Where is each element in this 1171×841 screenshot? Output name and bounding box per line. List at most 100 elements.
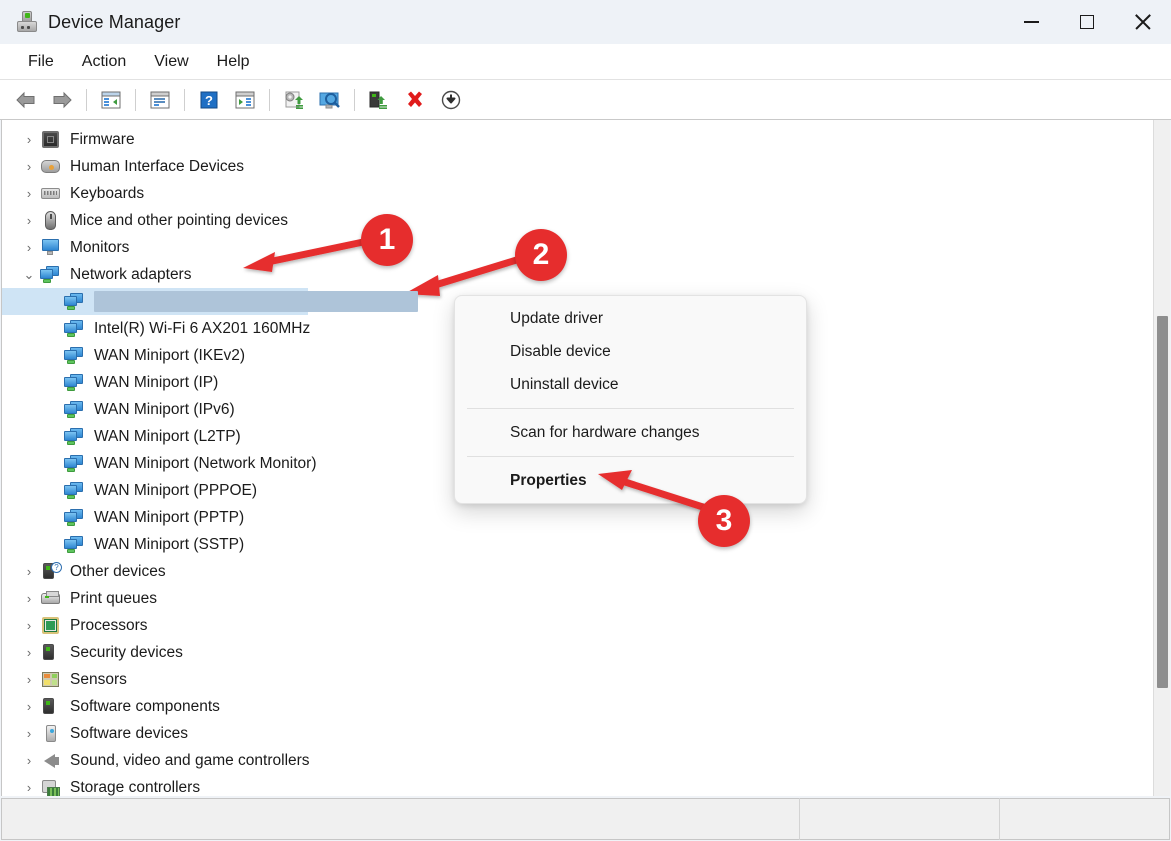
help-icon: ?	[200, 91, 218, 108]
chevron-right-icon[interactable]: ›	[18, 699, 40, 714]
chevron-right-icon[interactable]: ›	[18, 591, 40, 606]
annotation-badge-2: 2	[515, 229, 567, 281]
tree-item-keyboards[interactable]: › Keyboards	[2, 180, 1102, 207]
show-hide-console-tree-icon	[101, 91, 121, 108]
network-adapter-icon	[40, 265, 62, 285]
uninstall-device-button[interactable]	[398, 84, 432, 116]
chevron-right-icon[interactable]: ›	[18, 645, 40, 660]
context-menu-separator	[467, 456, 794, 457]
software-component-icon	[40, 697, 62, 717]
tree-item-label: Network adapters	[70, 265, 192, 283]
network-adapter-icon	[64, 508, 86, 528]
annotation-badge-1: 1	[361, 214, 413, 266]
context-menu-item-update-driver[interactable]: Update driver	[455, 302, 806, 335]
context-menu-item-uninstall-device[interactable]: Uninstall device	[455, 368, 806, 401]
tree-item-sensors[interactable]: › Sensors	[2, 666, 1102, 693]
tree-item-other-devices[interactable]: › ? Other devices	[2, 558, 1102, 585]
network-adapter-icon	[64, 319, 86, 339]
context-menu-item-properties[interactable]: Properties	[455, 464, 806, 497]
sensor-icon	[40, 670, 62, 690]
minimize-icon	[1023, 21, 1039, 23]
device-tree-pane[interactable]: › Firmware › Human Interface Devices › K…	[1, 120, 1170, 796]
tree-item-label: WAN Miniport (L2TP)	[94, 427, 241, 445]
minimize-button[interactable]	[1003, 0, 1059, 44]
tree-item-software-devices[interactable]: › Software devices	[2, 720, 1102, 747]
tree-item-wan-miniport-sstp[interactable]: WAN Miniport (SSTP)	[2, 531, 1102, 558]
properties-button[interactable]	[143, 84, 177, 116]
tree-item-firmware[interactable]: › Firmware	[2, 126, 1102, 153]
tree-item-software-components[interactable]: › Software components	[2, 693, 1102, 720]
enable-device-icon	[369, 91, 387, 109]
chevron-right-icon[interactable]: ›	[18, 213, 40, 228]
scan-for-hardware-changes-button[interactable]	[313, 84, 347, 116]
show-hide-console-tree-button[interactable]	[94, 84, 128, 116]
toolbar-separator	[269, 88, 270, 111]
chevron-down-icon[interactable]: ⌄	[18, 267, 40, 283]
menu-file[interactable]: File	[16, 49, 66, 75]
redacted-device-name	[94, 291, 418, 312]
tree-item-human-interface-devices[interactable]: › Human Interface Devices	[2, 153, 1102, 180]
chevron-right-icon[interactable]: ›	[18, 618, 40, 633]
tree-item-print-queues[interactable]: › Print queues	[2, 585, 1102, 612]
menu-view[interactable]: View	[142, 49, 200, 75]
chevron-right-icon[interactable]: ›	[18, 186, 40, 201]
tree-item-sound-video-and-game-controllers[interactable]: › Sound, video and game controllers	[2, 747, 1102, 774]
chevron-right-icon[interactable]: ›	[18, 672, 40, 687]
back-button[interactable]	[9, 84, 43, 116]
chevron-right-icon[interactable]: ›	[18, 132, 40, 147]
forward-button[interactable]	[45, 84, 79, 116]
enable-device-button[interactable]	[362, 84, 396, 116]
tree-item-label: WAN Miniport (SSTP)	[94, 535, 245, 553]
printer-icon	[40, 589, 62, 609]
network-adapter-icon	[64, 346, 86, 366]
tree-item-label: WAN Miniport (PPTP)	[94, 508, 245, 526]
tree-item-label: WAN Miniport (PPPOE)	[94, 481, 258, 499]
chevron-right-icon[interactable]: ›	[18, 240, 40, 255]
toolbar-separator	[135, 88, 136, 111]
forward-icon	[53, 91, 72, 108]
tree-item-security-devices[interactable]: › Security devices	[2, 639, 1102, 666]
menu-help[interactable]: Help	[205, 49, 262, 75]
tree-item-label: Software components	[70, 697, 220, 715]
scrollbar-thumb[interactable]	[1157, 316, 1168, 688]
tree-item-label: Processors	[70, 616, 148, 634]
chevron-right-icon[interactable]: ›	[18, 726, 40, 741]
tree-item-label: Security devices	[70, 643, 183, 661]
chevron-right-icon[interactable]: ›	[18, 159, 40, 174]
tree-item-label: Other devices	[70, 562, 166, 580]
tree-item-label: Print queues	[70, 589, 158, 607]
context-menu-item-disable-device[interactable]: Disable device	[455, 335, 806, 368]
annotation-badge-3: 3	[698, 495, 750, 547]
close-button[interactable]	[1115, 0, 1171, 44]
update-driver-button[interactable]	[277, 84, 311, 116]
hid-icon	[40, 157, 62, 177]
window-title: Device Manager	[48, 11, 181, 32]
tree-item-label: Intel(R) Wi-Fi 6 AX201 160MHz	[94, 319, 311, 337]
chevron-right-icon[interactable]: ›	[18, 780, 40, 795]
toolbar-separator	[86, 88, 87, 111]
status-segment-main	[2, 798, 799, 840]
tree-item-label: Firmware	[70, 130, 135, 148]
tree-item-mice-and-other-pointing-devices[interactable]: › Mice and other pointing devices	[2, 207, 1102, 234]
tree-item-processors[interactable]: › Processors	[2, 612, 1102, 639]
tree-item-wan-miniport-pptp[interactable]: WAN Miniport (PPTP)	[2, 504, 1102, 531]
tree-item-storage-controllers[interactable]: › Storage controllers	[2, 774, 1102, 796]
chevron-right-icon[interactable]: ›	[18, 753, 40, 768]
status-segment-secondary	[799, 798, 999, 840]
context-menu-item-scan-for-hardware-changes[interactable]: Scan for hardware changes	[455, 416, 806, 449]
uninstall-device-icon	[408, 91, 422, 107]
download-button[interactable]	[434, 84, 468, 116]
tree-item-label: Storage controllers	[70, 778, 201, 796]
chevron-right-icon[interactable]: ›	[18, 564, 40, 579]
network-adapter-icon	[64, 373, 86, 393]
close-icon	[1134, 13, 1152, 31]
help-button[interactable]: ?	[192, 84, 226, 116]
tree-item-label: Human Interface Devices	[70, 157, 245, 175]
show-hide-action-pane-button[interactable]	[228, 84, 262, 116]
vertical-scrollbar[interactable]	[1153, 120, 1170, 796]
title-bar: Device Manager	[0, 0, 1171, 44]
maximize-button[interactable]	[1059, 0, 1115, 44]
other-devices-icon: ?	[40, 561, 62, 582]
menu-action[interactable]: Action	[70, 49, 138, 75]
context-menu[interactable]: Update driver Disable device Uninstall d…	[454, 295, 807, 504]
